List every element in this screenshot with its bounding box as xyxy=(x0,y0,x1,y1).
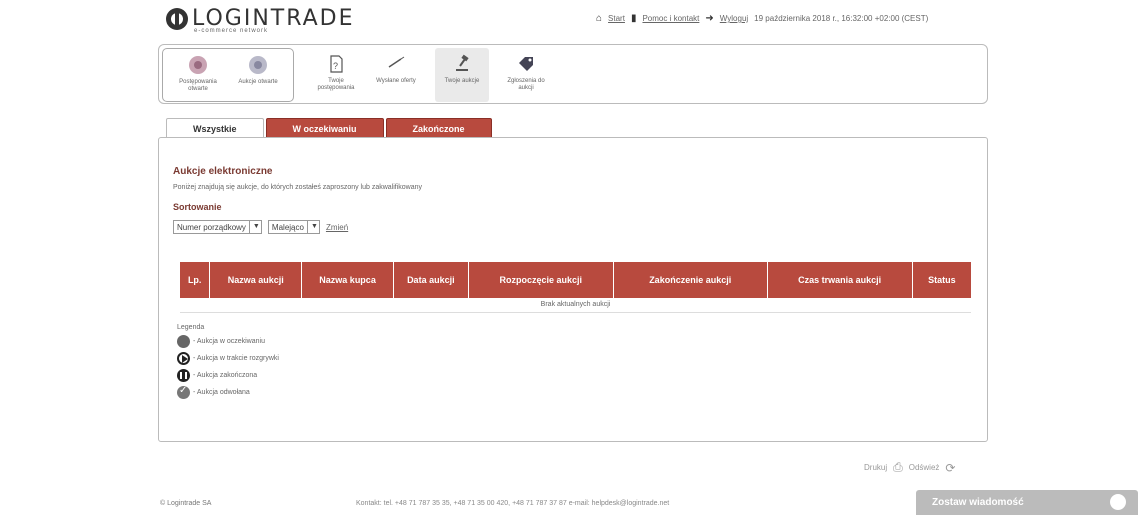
logo-subtitle: e-commerce network xyxy=(194,28,269,34)
pen-icon xyxy=(388,56,405,68)
column-header[interactable]: Zakończenie aukcji xyxy=(613,262,768,298)
tab-all[interactable]: Wszystkie xyxy=(166,118,264,138)
logo-text: LOGINTRADE xyxy=(192,6,355,31)
column-header[interactable]: Rozpoczęcie aukcji xyxy=(468,262,614,298)
column-header[interactable]: Czas trwania aukcji xyxy=(767,262,913,298)
legend-label: - Aukcja odwołana xyxy=(193,389,250,396)
section-description: Poniżej znajdują się aukcje, do których … xyxy=(173,184,423,191)
chat-icon xyxy=(1110,494,1126,510)
logo[interactable]: LOGINTRADE e-commerce network xyxy=(166,6,355,34)
toolbar-group-public: Postępowania otwarte Aukcje otwarte xyxy=(162,48,294,102)
datetime-display: 19 października 2018 r., 16:32:00 +02:00… xyxy=(754,14,929,23)
legend: Legenda - Aukcja w oczekiwaniu - Aukcja … xyxy=(177,324,279,401)
refresh-link[interactable]: Odśwież xyxy=(909,463,940,472)
sort-order-value: Malejąco xyxy=(271,222,304,232)
legend-label: - Aukcja w oczekiwaniu xyxy=(193,338,265,345)
legend-item: - Aukcja odwołana xyxy=(177,384,279,401)
chevron-down-icon: ▼ xyxy=(306,221,319,233)
top-navigation: ⌂ Start ▮ Pomoc i kontakt ➜ Wyloguj 19 p… xyxy=(596,13,928,24)
refresh-icon[interactable]: ⟳ xyxy=(945,461,955,475)
change-sort-link[interactable]: Zmień xyxy=(326,223,348,232)
home-icon: ⌂ xyxy=(596,13,603,24)
help-icon: ▮ xyxy=(630,13,637,24)
legend-label: - Aukcja zakończona xyxy=(193,372,258,379)
tag-icon xyxy=(519,57,533,71)
help-link[interactable]: Pomoc i kontakt xyxy=(642,14,699,23)
auction-tabs: Wszystkie W oczekiwaniu Zakończone xyxy=(166,118,494,138)
megaphone-icon xyxy=(189,56,207,74)
toolbar-label: Twoje aukcje xyxy=(444,78,480,84)
svg-text:?: ? xyxy=(333,61,338,71)
start-link[interactable]: Start xyxy=(608,14,625,23)
column-header[interactable]: Nazwa kupca xyxy=(301,262,394,298)
your-tenders-button[interactable]: ? Twoje postępowania xyxy=(309,48,363,102)
legend-label: - Aukcja w trakcie rozgrywki xyxy=(193,355,279,362)
table-header-row: Lp. Nazwa aukcji Nazwa kupca Data aukcji… xyxy=(180,262,971,298)
sort-title: Sortowanie xyxy=(173,202,222,212)
toolbar-label: Twoje postępowania xyxy=(317,78,355,91)
main-toolbar: Postępowania otwarte Aukcje otwarte ? Tw… xyxy=(158,44,988,104)
legend-item: - Aukcja w trakcie rozgrywki xyxy=(177,350,279,367)
contact-info: Kontakt: tel. +48 71 787 35 35, +48 71 3… xyxy=(356,500,670,507)
section-title: Aukcje elektroniczne xyxy=(173,166,273,177)
copyright: © Logintrade SA xyxy=(160,500,212,507)
gavel-globe-icon xyxy=(249,56,267,74)
your-auctions-button[interactable]: Twoje aukcje xyxy=(435,48,489,102)
tab-finished[interactable]: Zakończone xyxy=(385,118,492,138)
open-auctions-button[interactable]: Aukcje otwarte xyxy=(231,49,285,103)
sort-controls: Numer porządkowy ▼ Malejąco ▼ Zmień xyxy=(173,220,348,234)
toolbar-label: Aukcje otwarte xyxy=(238,79,278,85)
column-header[interactable]: Lp. xyxy=(180,262,211,298)
auction-entries-button[interactable]: Zgłoszenia do aukcji xyxy=(499,48,553,102)
table-row: Brak aktualnych aukcji xyxy=(180,298,971,313)
column-header[interactable]: Status xyxy=(912,262,971,298)
logo-icon xyxy=(166,8,188,30)
print-link[interactable]: Drukuj xyxy=(864,463,887,472)
sort-order-select[interactable]: Malejąco ▼ xyxy=(267,220,320,234)
legend-item: - Aukcja w oczekiwaniu xyxy=(177,333,279,350)
pause-icon xyxy=(177,369,190,382)
page-actions: Drukuj ⎙ Odśwież ⟳ xyxy=(864,460,955,475)
logout-link[interactable]: Wyloguj xyxy=(720,14,748,23)
printer-icon[interactable]: ⎙ xyxy=(893,460,903,475)
toolbar-label: Wysłane oferty xyxy=(376,78,416,84)
check-icon xyxy=(177,385,190,399)
toolbar-label: Zgłoszenia do aukcji xyxy=(507,78,545,91)
chevron-down-icon: ▼ xyxy=(248,221,261,233)
tab-waiting[interactable]: W oczekiwaniu xyxy=(265,118,384,138)
leave-message-button[interactable]: Zostaw wiadomość xyxy=(916,490,1138,515)
leave-message-label: Zostaw wiadomość xyxy=(932,497,1024,508)
play-icon xyxy=(177,352,190,365)
main-panel: Aukcje elektroniczne Poniżej znajdują si… xyxy=(158,137,988,442)
open-tenders-button[interactable]: Postępowania otwarte xyxy=(171,49,225,103)
legend-item: - Aukcja zakończona xyxy=(177,367,279,384)
sort-field-select[interactable]: Numer porządkowy ▼ xyxy=(173,220,262,234)
document-icon: ? xyxy=(330,55,343,73)
logout-icon: ➜ xyxy=(705,13,714,24)
empty-table-message: Brak aktualnych aukcji xyxy=(180,298,971,313)
auctions-table: Lp. Nazwa aukcji Nazwa kupca Data aukcji… xyxy=(180,262,971,313)
gavel-icon xyxy=(456,54,469,71)
clock-icon xyxy=(177,335,190,348)
toolbar-label: Postępowania otwarte xyxy=(179,79,217,92)
sort-field-value: Numer porządkowy xyxy=(177,222,246,232)
legend-title: Legenda xyxy=(177,324,205,331)
sent-offers-button[interactable]: Wysłane oferty xyxy=(369,48,423,102)
column-header[interactable]: Data aukcji xyxy=(393,262,469,298)
column-header[interactable]: Nazwa aukcji xyxy=(209,262,303,298)
